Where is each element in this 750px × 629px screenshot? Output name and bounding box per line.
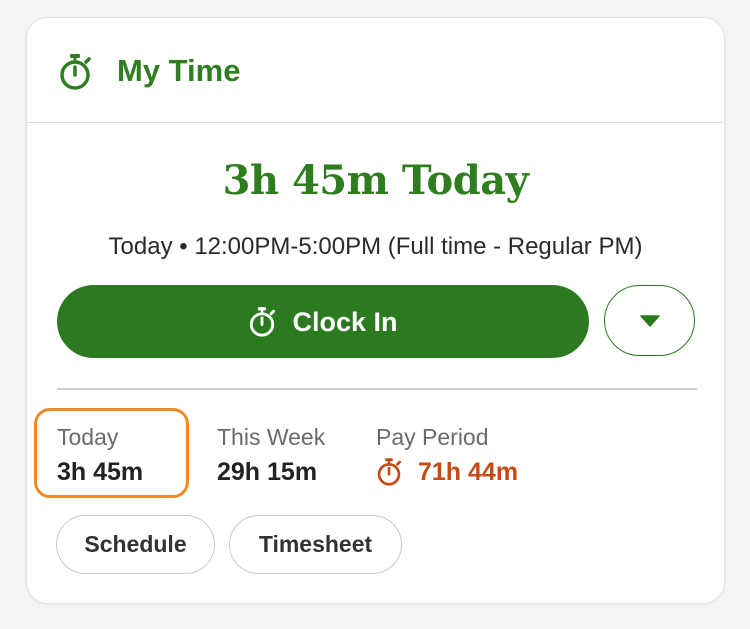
stat-pay-value-row: 71h 44m: [376, 456, 518, 488]
stat-pay-period: Pay Period 71h 44m: [376, 422, 518, 488]
stopwatch-icon: [60, 54, 91, 90]
divider: [57, 388, 697, 390]
my-time-card: My Time 3h 45m Today Today • 12:00PM-5:0…: [26, 17, 725, 604]
stat-this-week: This Week 29h 15m: [217, 422, 325, 488]
stat-week-value: 29h 15m: [217, 458, 318, 486]
clock-in-button[interactable]: Clock In: [57, 285, 589, 358]
stat-pay-value: 71h 44m: [418, 458, 519, 486]
stat-pay-label: Pay Period: [376, 424, 489, 450]
caret-down-icon: [639, 314, 660, 327]
clock-in-label: Clock In: [292, 306, 398, 337]
stat-today: Today 3h 45m: [57, 422, 143, 488]
timesheet-button[interactable]: Timesheet: [229, 515, 402, 574]
stat-today-value: 3h 45m: [57, 458, 144, 486]
stat-today-label: Today: [57, 424, 119, 450]
card-title: My Time: [117, 53, 241, 88]
stopwatch-icon: [377, 458, 402, 486]
stat-week-label: This Week: [217, 424, 326, 450]
today-total: 3h 45m Today: [222, 157, 529, 204]
stopwatch-icon: [250, 306, 276, 337]
schedule-button[interactable]: Schedule: [56, 515, 215, 574]
shift-info: Today • 12:00PM-5:00PM (Full time - Regu…: [108, 233, 643, 260]
card-header: My Time: [27, 18, 724, 123]
clock-options-dropdown[interactable]: [604, 285, 695, 356]
